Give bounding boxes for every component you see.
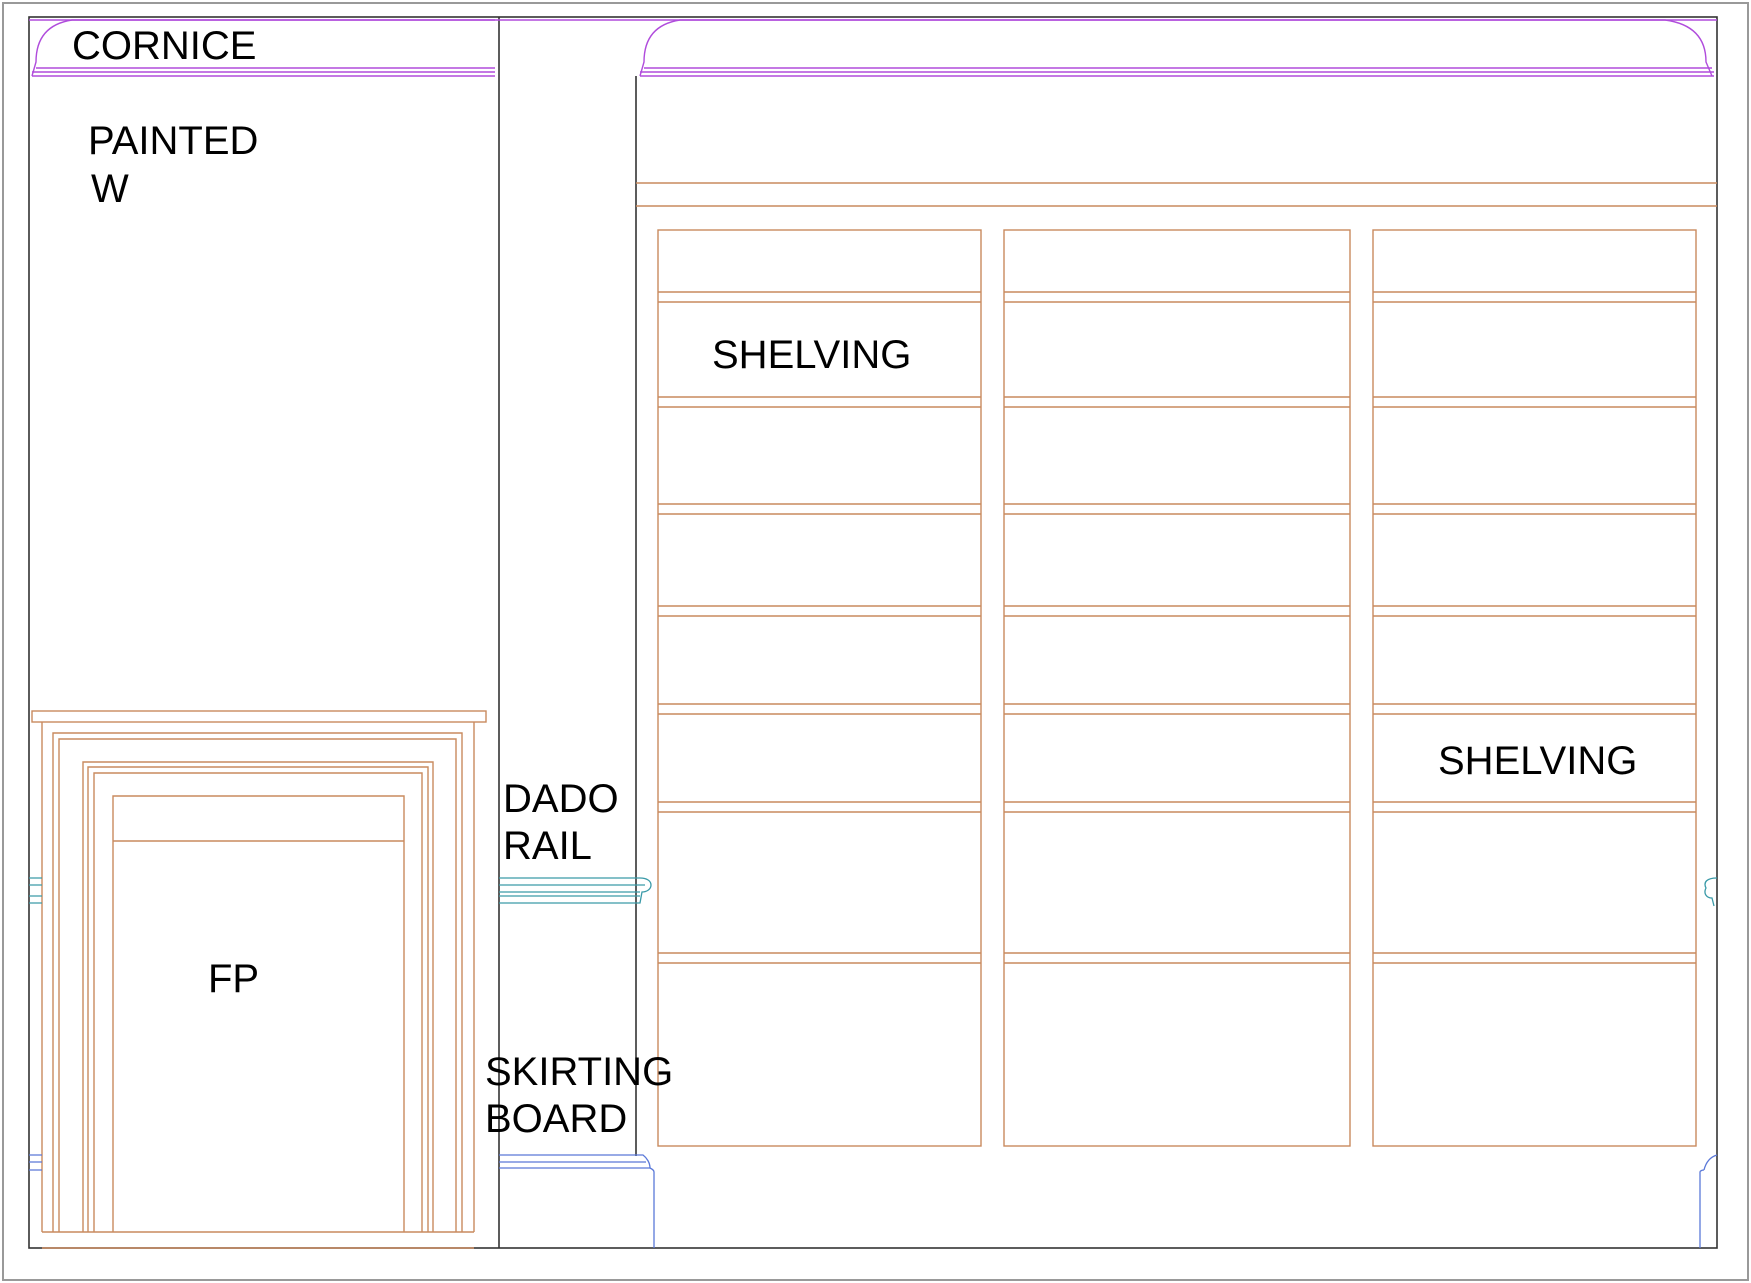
cornice	[29, 19, 1717, 77]
dado-rail	[29, 877, 1718, 907]
cornice-label: CORNICE	[72, 24, 256, 68]
skirting-board-label-line1: SKIRTING	[485, 1050, 673, 1094]
painted-wall-label-line2: W	[91, 167, 129, 211]
shelving-label-upper: SHELVING	[712, 333, 911, 377]
dado-rail-label-line1: DADO	[503, 777, 619, 821]
dado-rail-label-line2: RAIL	[503, 824, 592, 868]
skirting-board	[29, 1154, 1718, 1248]
shelving-unit-center	[1003, 229, 1351, 1147]
fireplace-label: FP	[208, 957, 259, 1001]
wall-outline	[28, 16, 1718, 1249]
elevation-drawing: CORNICE PAINTED W SHELVING SHELVING DADO…	[2, 2, 1749, 1281]
shelving-label-lower: SHELVING	[1438, 739, 1637, 783]
shelf-lines	[658, 291, 1696, 964]
shelving-unit-right	[1372, 229, 1697, 1147]
painted-wall-label-line1: PAINTED	[88, 119, 258, 163]
shelving-joinery	[636, 182, 1717, 1147]
skirting-board-label-line2: BOARD	[485, 1097, 627, 1141]
sheet-border	[2, 2, 1749, 1281]
